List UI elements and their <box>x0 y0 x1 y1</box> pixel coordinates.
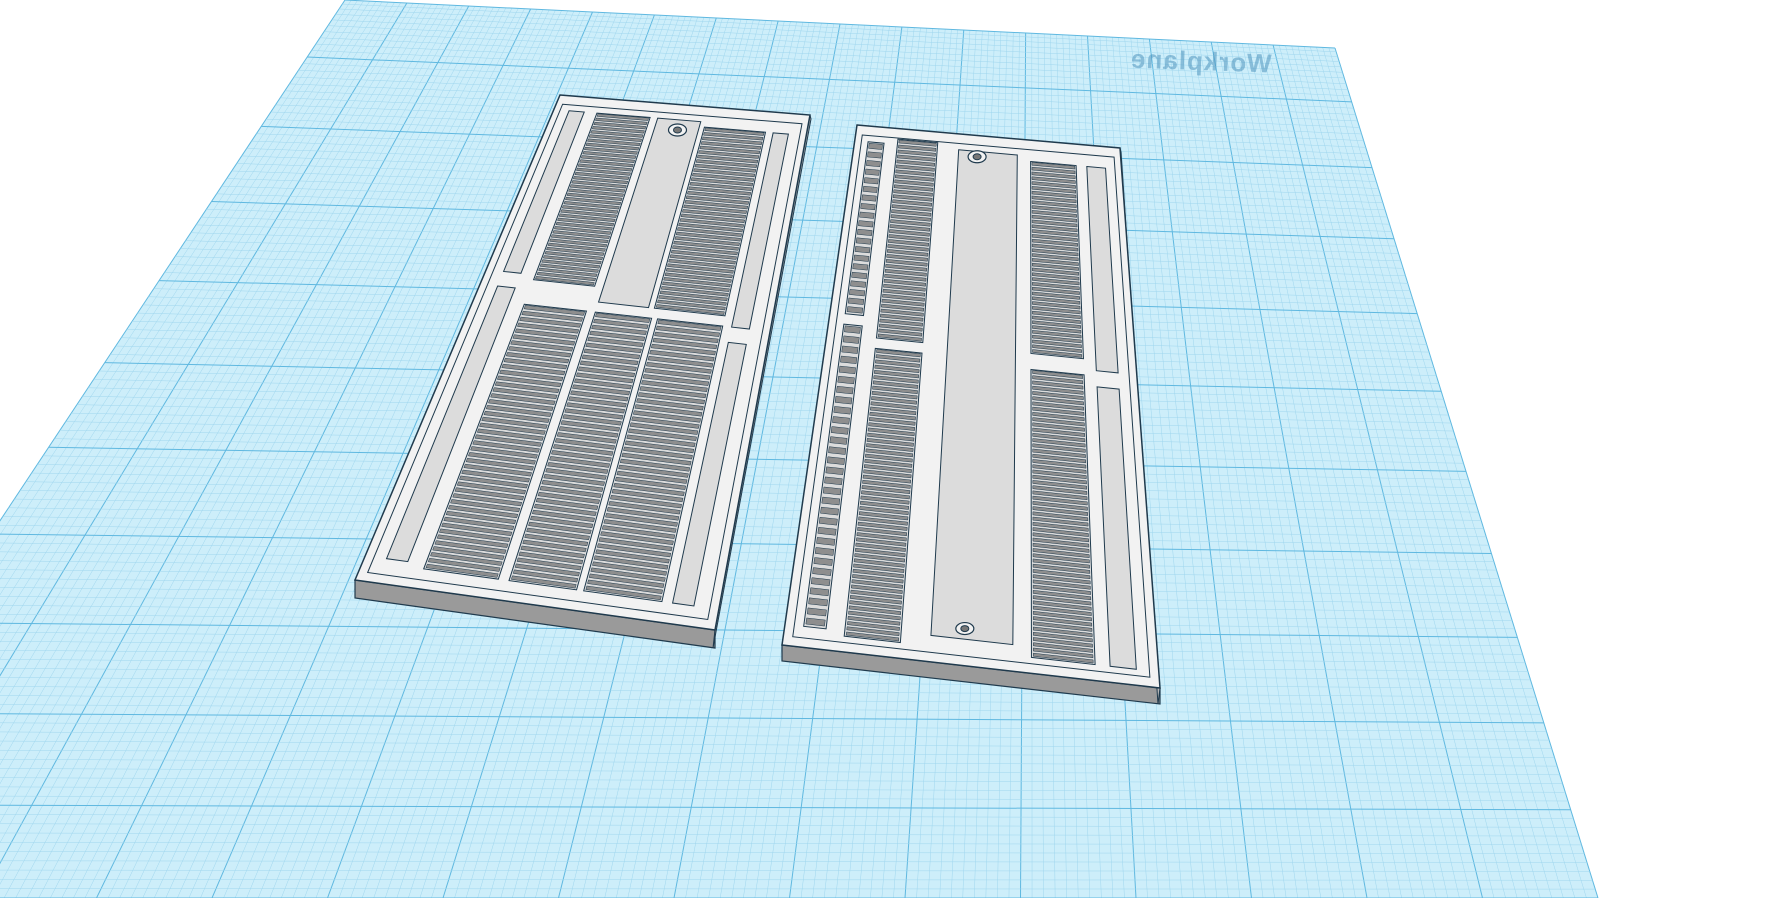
slot <box>864 168 880 176</box>
workplane-label: Workplane <box>1129 43 1272 79</box>
slot <box>850 280 867 288</box>
slot <box>863 177 879 185</box>
slot <box>841 345 859 354</box>
slot <box>840 355 858 364</box>
slot <box>853 254 870 262</box>
slot <box>858 220 874 228</box>
slot <box>836 385 854 395</box>
slot <box>838 365 856 375</box>
slot <box>868 142 883 150</box>
slot <box>849 289 866 297</box>
slot <box>855 237 872 245</box>
slot <box>837 375 855 385</box>
workplane-scene[interactable] <box>0 0 1772 898</box>
slot <box>852 263 869 271</box>
slot <box>862 185 878 193</box>
slot <box>851 271 868 280</box>
mount-hole-inner <box>972 153 982 161</box>
slot <box>861 194 877 202</box>
slot <box>866 160 881 168</box>
slot <box>859 211 875 219</box>
slot <box>854 246 871 254</box>
mount-hole-inner <box>960 625 970 633</box>
3d-viewport[interactable]: Workplane <box>0 0 1772 898</box>
slot <box>860 203 876 211</box>
slot <box>842 335 860 344</box>
slot <box>867 151 882 159</box>
slot <box>844 325 861 334</box>
mount-hole-inner <box>673 126 682 134</box>
slot <box>856 228 873 236</box>
